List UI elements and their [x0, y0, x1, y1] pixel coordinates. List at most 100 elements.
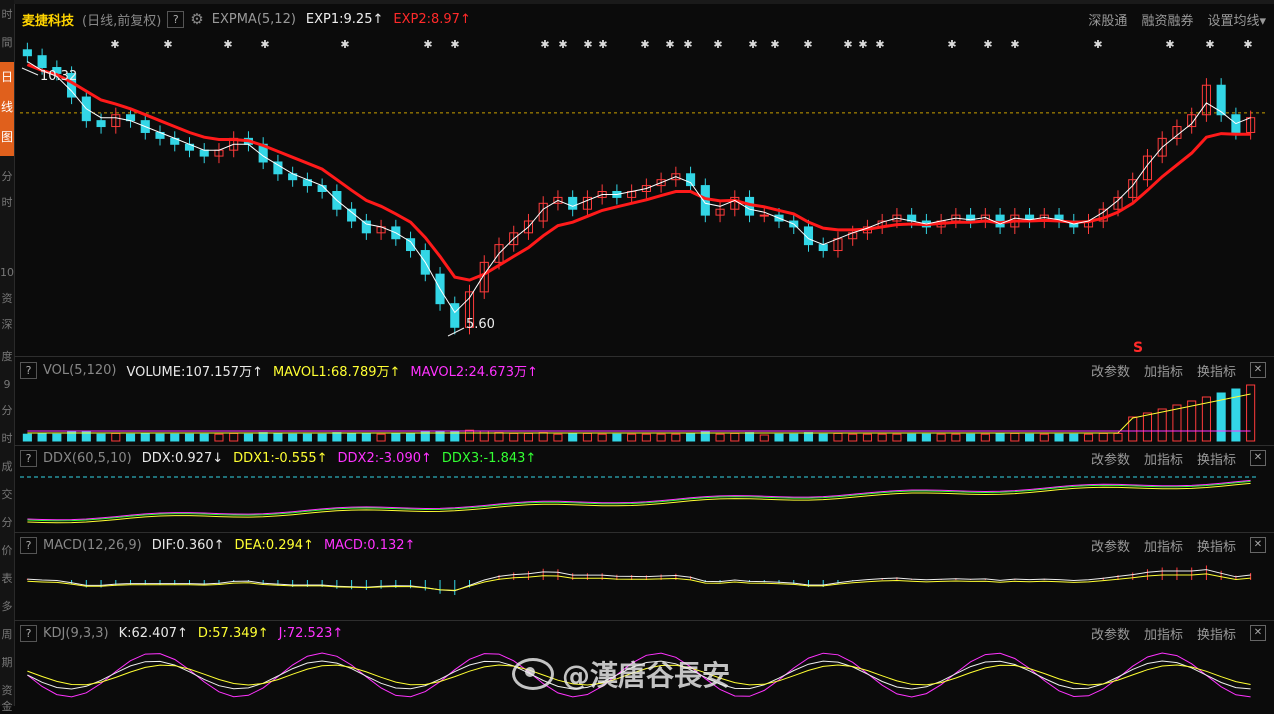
volume-bar — [406, 432, 416, 442]
volume-bar — [1054, 433, 1064, 442]
volume-bar — [140, 432, 150, 442]
volume-bar — [258, 432, 268, 442]
volume-bar — [523, 432, 534, 442]
event-star-mark: ✱ — [558, 38, 567, 51]
low-price-label: 5.60 — [466, 317, 495, 332]
event-star-mark: ✱ — [598, 38, 607, 51]
volume-bar — [656, 433, 666, 442]
candle-body — [199, 149, 209, 157]
event-star-mark: ✱ — [1165, 38, 1174, 51]
volume-bar — [494, 432, 504, 442]
event-star-mark: ✱ — [665, 38, 674, 51]
volume-bar — [818, 433, 828, 442]
volume-bar — [538, 432, 548, 442]
volume-bar — [184, 433, 195, 442]
volume-bar — [52, 433, 62, 442]
volume-bar — [96, 433, 106, 442]
event-star-mark: ✱ — [983, 38, 992, 51]
event-star-mark: ✱ — [223, 38, 232, 51]
event-star-mark: ✱ — [1093, 38, 1102, 51]
volume-bar — [214, 433, 224, 442]
event-star-mark: ✱ — [947, 38, 956, 51]
volume-ma1-line — [27, 393, 1251, 434]
volume-bar — [111, 432, 121, 442]
event-star-mark: ✱ — [163, 38, 172, 51]
volume-bar — [892, 433, 902, 442]
volume-bar — [848, 433, 858, 442]
exp1-line — [27, 61, 1251, 314]
volume-bar — [155, 433, 165, 442]
volume-bar — [509, 432, 519, 442]
volume-bar — [332, 432, 342, 442]
volume-bar — [347, 432, 357, 442]
volume-bar — [641, 433, 651, 442]
candle-body — [96, 120, 106, 128]
low-price-pointer — [447, 327, 465, 337]
event-star-mark: ✱ — [1010, 38, 1019, 51]
event-star-mark: ✱ — [260, 38, 269, 51]
volume-bar — [37, 432, 47, 442]
event-star-mark: ✱ — [423, 38, 432, 51]
watermark: @漢唐谷長安 — [512, 654, 730, 694]
volume-bar — [921, 433, 931, 442]
volume-bar — [1246, 384, 1256, 442]
volume-bar — [361, 432, 371, 442]
volume-bar — [1025, 433, 1035, 442]
volume-bar — [1113, 432, 1123, 442]
candle-body — [37, 55, 47, 69]
volume-bar — [229, 432, 239, 442]
volume-bar — [1142, 412, 1153, 442]
dif-line — [27, 569, 1251, 592]
event-star-mark: ✱ — [1205, 38, 1214, 51]
event-star-mark: ✱ — [770, 38, 779, 51]
sell-signal-mark: S — [1133, 340, 1143, 356]
weibo-icon — [512, 658, 554, 690]
volume-bar — [907, 433, 917, 442]
volume-bar — [715, 433, 725, 442]
volume-bar — [877, 433, 887, 442]
event-star-mark: ✱ — [640, 38, 649, 51]
volume-bar — [317, 433, 327, 442]
candle-body — [759, 214, 769, 217]
volume-bar — [627, 433, 637, 442]
volume-bar — [1010, 432, 1020, 442]
volume-bar — [464, 429, 475, 442]
event-star-mark: ✱ — [340, 38, 349, 51]
volume-bar — [1039, 433, 1049, 442]
volume-bar — [980, 433, 990, 442]
event-star-mark: ✱ — [748, 38, 757, 51]
high-price-label: 10.32 — [40, 69, 77, 84]
volume-bar — [671, 433, 681, 442]
candle-body — [686, 173, 696, 187]
volume-bar — [22, 433, 32, 442]
event-star-mark: ✱ — [110, 38, 119, 51]
volume-bar — [686, 432, 696, 442]
volume-bar — [1172, 404, 1182, 442]
volume-bar — [744, 432, 755, 442]
event-star-mark: ✱ — [1243, 38, 1252, 51]
volume-bar — [288, 433, 298, 442]
volume-bar — [273, 432, 283, 442]
volume-bar — [936, 433, 946, 442]
volume-bar — [833, 432, 843, 442]
volume-bar — [612, 433, 622, 442]
volume-bar — [951, 433, 961, 442]
event-star-mark: ✱ — [540, 38, 549, 51]
volume-bar — [730, 432, 740, 442]
volume-bar — [862, 433, 872, 442]
volume-bar — [789, 433, 799, 442]
exp2-line — [26, 63, 1251, 282]
event-star-mark: ✱ — [803, 38, 812, 51]
volume-bar — [774, 433, 784, 442]
event-star-mark: ✱ — [875, 38, 884, 51]
candle-body — [568, 196, 578, 210]
candle-body — [818, 244, 828, 252]
volume-bar — [966, 433, 976, 442]
event-star-mark: ✱ — [843, 38, 852, 51]
watermark-text: @漢唐谷長安 — [562, 659, 731, 692]
volume-bar — [125, 433, 136, 442]
volume-bar — [759, 434, 769, 442]
candle-body — [361, 220, 371, 234]
volume-bar — [995, 432, 1005, 442]
volume-bar — [199, 433, 209, 442]
